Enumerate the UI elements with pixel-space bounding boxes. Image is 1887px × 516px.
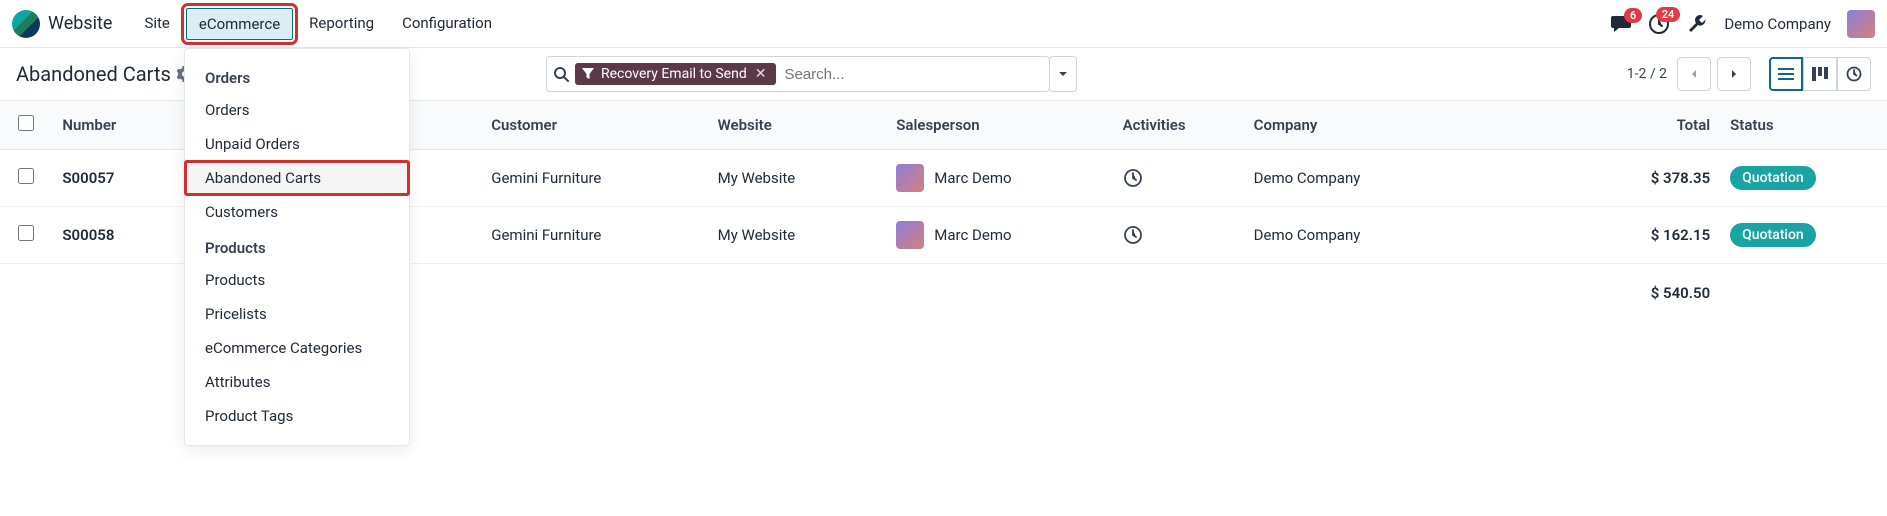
- column-total[interactable]: Total: [1577, 101, 1720, 150]
- row-checkbox[interactable]: [18, 168, 34, 184]
- menu-reporting[interactable]: Reporting: [297, 8, 386, 40]
- cell-website: My Website: [708, 150, 887, 207]
- column-status[interactable]: Status: [1720, 101, 1887, 150]
- dropdown-item-products[interactable]: Products: [185, 263, 409, 297]
- row-checkbox[interactable]: [18, 225, 34, 241]
- page-title: Abandoned Carts: [16, 62, 171, 86]
- dropdown-group-orders: Orders: [185, 59, 409, 93]
- chevron-down-icon: [1057, 68, 1069, 80]
- dropdown-item-unpaid-orders[interactable]: Unpaid Orders: [185, 127, 409, 161]
- dropdown-item-product-tags[interactable]: Product Tags: [185, 399, 409, 433]
- select-all-checkbox[interactable]: [18, 115, 34, 131]
- salesperson-avatar: [896, 164, 924, 192]
- view-kanban-button[interactable]: [1803, 57, 1837, 91]
- pager-text[interactable]: 1-2 / 2: [1627, 66, 1667, 82]
- cell-customer: Gemini Furniture: [481, 207, 707, 264]
- dropdown-item-pricelists[interactable]: Pricelists: [185, 297, 409, 331]
- dropdown-item-customers[interactable]: Customers: [185, 195, 409, 229]
- clock-outline-icon: [1123, 168, 1143, 188]
- control-right: 1-2 / 2: [1627, 57, 1871, 91]
- wrench-icon: [1686, 13, 1708, 35]
- kanban-icon: [1812, 67, 1828, 81]
- column-salesperson[interactable]: Salesperson: [886, 101, 1112, 150]
- filter-chip-label: Recovery Email to Send: [601, 66, 747, 82]
- cell-company: Demo Company: [1244, 207, 1578, 264]
- view-switch: [1769, 57, 1871, 91]
- debug-button[interactable]: [1686, 13, 1708, 35]
- pager-next-button[interactable]: [1717, 57, 1751, 91]
- cell-company: Demo Company: [1244, 150, 1578, 207]
- filter-chip-close[interactable]: ✕: [753, 66, 769, 82]
- column-activities[interactable]: Activities: [1113, 101, 1244, 150]
- search-box[interactable]: Recovery Email to Send ✕: [546, 56, 1050, 92]
- cell-total: $ 378.35: [1577, 150, 1720, 207]
- main-menu: Site eCommerce Reporting Configuration: [132, 8, 504, 40]
- dropdown-item-ecommerce-categories[interactable]: eCommerce Categories: [185, 331, 409, 365]
- menu-site[interactable]: Site: [132, 8, 181, 40]
- list-icon: [1778, 67, 1794, 81]
- search-options-button[interactable]: [1049, 56, 1077, 92]
- activities-button[interactable]: 24: [1648, 13, 1670, 35]
- cell-website: My Website: [708, 207, 887, 264]
- cell-status: Quotation: [1720, 207, 1887, 264]
- clock-small-icon: [1846, 66, 1862, 82]
- app-logo[interactable]: [12, 10, 40, 38]
- dropdown-item-attributes[interactable]: Attributes: [185, 365, 409, 399]
- view-list-button[interactable]: [1769, 57, 1803, 91]
- cell-salesperson: Marc Demo: [886, 207, 1112, 264]
- top-nav: Website Site eCommerce Reporting Configu…: [0, 0, 1887, 48]
- activities-badge: 24: [1656, 7, 1681, 22]
- salesperson-avatar: [896, 221, 924, 249]
- cell-status: Quotation: [1720, 150, 1887, 207]
- company-name[interactable]: Demo Company: [1724, 15, 1831, 33]
- view-activity-button[interactable]: [1837, 57, 1871, 91]
- cell-customer: Gemini Furniture: [481, 150, 707, 207]
- menu-configuration[interactable]: Configuration: [390, 8, 504, 40]
- cell-salesperson: Marc Demo: [886, 150, 1112, 207]
- chevron-right-icon: [1728, 68, 1740, 80]
- column-company[interactable]: Company: [1244, 101, 1578, 150]
- dropdown-item-orders[interactable]: Orders: [185, 93, 409, 127]
- user-avatar[interactable]: [1847, 10, 1875, 38]
- cell-activities[interactable]: [1113, 207, 1244, 264]
- dropdown-item-abandoned-carts[interactable]: Abandoned Carts: [185, 161, 409, 195]
- pager-prev-button[interactable]: [1677, 57, 1711, 91]
- top-nav-right: 6 24 Demo Company: [1610, 10, 1875, 38]
- column-customer[interactable]: Customer: [481, 101, 707, 150]
- ecommerce-dropdown: Orders Orders Unpaid Orders Abandoned Ca…: [184, 48, 410, 446]
- search-icon: [553, 66, 569, 82]
- messages-button[interactable]: 6: [1610, 14, 1632, 34]
- chevron-left-icon: [1688, 68, 1700, 80]
- cell-total: $ 162.15: [1577, 207, 1720, 264]
- app-name[interactable]: Website: [48, 13, 112, 34]
- column-website[interactable]: Website: [708, 101, 887, 150]
- funnel-icon: [581, 67, 595, 81]
- dropdown-group-products: Products: [185, 229, 409, 263]
- cell-activities[interactable]: [1113, 150, 1244, 207]
- search-input[interactable]: [784, 66, 1043, 83]
- messages-badge: 6: [1624, 8, 1642, 23]
- filter-chip[interactable]: Recovery Email to Send ✕: [575, 63, 776, 85]
- footer-total: $ 540.50: [1577, 264, 1720, 323]
- clock-outline-icon: [1123, 225, 1143, 245]
- menu-ecommerce[interactable]: eCommerce: [186, 8, 293, 40]
